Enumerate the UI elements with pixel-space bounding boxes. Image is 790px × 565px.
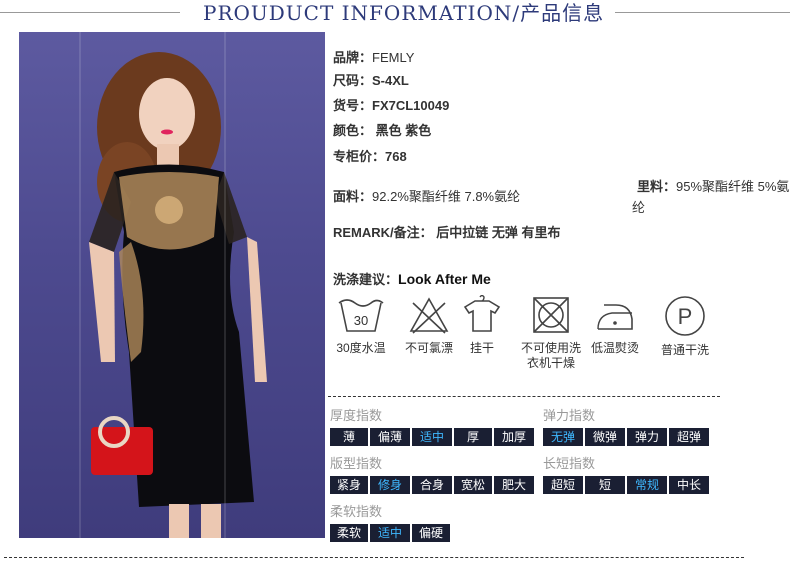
header-rule-right — [615, 12, 790, 13]
softness-title: 柔软指数 — [330, 504, 383, 519]
low-iron-icon — [597, 304, 633, 330]
no-bleach-icon — [409, 297, 449, 334]
svg-text:P: P — [678, 304, 693, 329]
spec-price: 专柜价：768 — [333, 149, 407, 164]
thickness-option: 薄 — [330, 428, 368, 446]
length-option: 超短 — [543, 476, 583, 494]
thickness-option: 厚 — [454, 428, 492, 446]
care-dry-clean: P 普通干洗 — [657, 295, 713, 358]
wash-30-icon: 30 — [338, 299, 384, 332]
model-illustration — [89, 52, 267, 538]
no-tumble-dry-icon — [533, 297, 569, 333]
fit-option: 紧身 — [330, 476, 368, 494]
thickness-options: 薄 偏薄 适中 厚 加厚 — [330, 428, 534, 446]
divider — [328, 396, 720, 397]
length-options: 超短 短 常规 中长 — [543, 476, 709, 494]
length-option-selected: 常规 — [627, 476, 667, 494]
elasticity-option: 弹力 — [627, 428, 667, 446]
page-title: PROUDUCT INFORMATION/产品信息 — [203, 1, 605, 25]
fit-option: 合身 — [412, 476, 452, 494]
care-no-bleach: 不可氯漂 — [400, 295, 458, 356]
spec-lining: 里料：95%聚酯纤维 5%氨纶 — [632, 179, 790, 215]
care-hang-dry: 挂干 — [458, 295, 506, 356]
thickness-option: 加厚 — [494, 428, 534, 446]
spec-color: 颜色： 黑色 紫色 — [333, 123, 432, 138]
softness-option-selected: 适中 — [370, 524, 410, 542]
hang-dry-icon — [463, 295, 501, 332]
elasticity-option: 微弹 — [585, 428, 625, 446]
spec-fabric: 面料：92.2%聚酯纤维 7.8%氨纶 — [333, 189, 521, 204]
spec-brand: 品牌：FEMLY — [333, 50, 415, 65]
care-no-tumble-dry: 不可使用洗衣机干燥 — [518, 295, 584, 371]
spec-item-number: 货号：FX7CL10049 — [333, 98, 450, 113]
fit-option: 宽松 — [454, 476, 492, 494]
spec-remark: REMARK/备注： 后中拉链 无弹 有里布 — [333, 225, 561, 240]
softness-options: 柔软 适中 偏硬 — [330, 524, 450, 542]
thickness-option: 偏薄 — [370, 428, 410, 446]
elasticity-title: 弹力指数 — [543, 408, 596, 423]
elasticity-option-selected: 无弹 — [543, 428, 583, 446]
length-option: 中长 — [669, 476, 709, 494]
fit-options: 紧身 修身 合身 宽松 肥大 — [330, 476, 534, 494]
softness-option: 柔软 — [330, 524, 368, 542]
elasticity-options: 无弹 微弹 弹力 超弹 — [543, 428, 709, 446]
fit-title: 版型指数 — [330, 456, 383, 471]
elasticity-option: 超弹 — [669, 428, 709, 446]
length-title: 长短指数 — [543, 456, 596, 471]
care-wash-30: 30 30度水温 — [333, 295, 389, 356]
thickness-title: 厚度指数 — [330, 408, 383, 423]
fit-option-selected: 修身 — [370, 476, 410, 494]
spec-size: 尺码：S-4XL — [333, 73, 409, 88]
bottom-divider — [4, 557, 744, 558]
care-low-iron: 低温熨烫 — [587, 295, 643, 356]
thickness-option-selected: 适中 — [412, 428, 452, 446]
dry-clean-p-icon: P — [665, 296, 705, 336]
softness-option: 偏硬 — [412, 524, 450, 542]
wash-advice: 洗涤建议：Look After Me — [333, 271, 491, 287]
svg-text:30: 30 — [354, 313, 368, 328]
length-option: 短 — [585, 476, 625, 494]
product-photo — [19, 32, 325, 538]
fit-option: 肥大 — [494, 476, 534, 494]
header-rule-left — [0, 12, 180, 13]
